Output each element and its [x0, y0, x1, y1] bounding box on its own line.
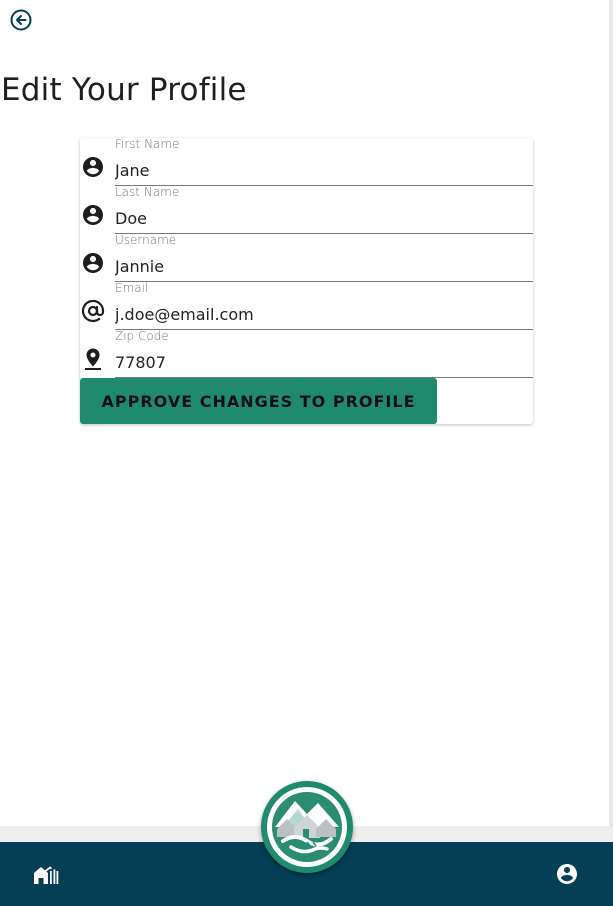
first-name-field: First Name [80, 137, 533, 186]
location-pin-icon [85, 348, 101, 370]
person-circle-icon [83, 157, 103, 177]
username-label: Username [115, 233, 177, 247]
last-name-label: Last Name [115, 185, 180, 199]
zip-code-field: Zip Code [80, 329, 533, 378]
username-input[interactable] [115, 253, 525, 279]
email-field: Email [80, 281, 533, 330]
first-name-input[interactable] [115, 157, 525, 183]
back-button[interactable] [10, 9, 32, 31]
homes-icon [34, 866, 59, 884]
account-circle-icon [557, 864, 577, 884]
zip-code-input[interactable] [115, 349, 525, 375]
first-name-label: First Name [115, 137, 180, 151]
approve-changes-button[interactable]: APPROVE CHANGES TO PROFILE [80, 378, 437, 424]
arrow-left-circle-icon [10, 9, 32, 31]
profile-form: First Name Last Name Username Email [80, 137, 533, 424]
community-handshake-logo [267, 787, 347, 867]
nav-profile-button[interactable] [555, 862, 579, 886]
person-circle-icon [83, 253, 103, 273]
last-name-field: Last Name [80, 185, 533, 234]
last-name-input[interactable] [115, 205, 525, 231]
email-label: Email [115, 281, 149, 295]
scrollbar-track [609, 0, 613, 906]
username-field: Username [80, 233, 533, 282]
zip-code-label: Zip Code [115, 329, 169, 343]
nav-home-button[interactable] [33, 862, 59, 888]
home-logo-button[interactable] [261, 781, 353, 873]
at-sign-icon [81, 299, 105, 323]
email-input[interactable] [115, 301, 525, 327]
person-circle-icon [83, 205, 103, 225]
page-title: Edit Your Profile [1, 72, 247, 108]
